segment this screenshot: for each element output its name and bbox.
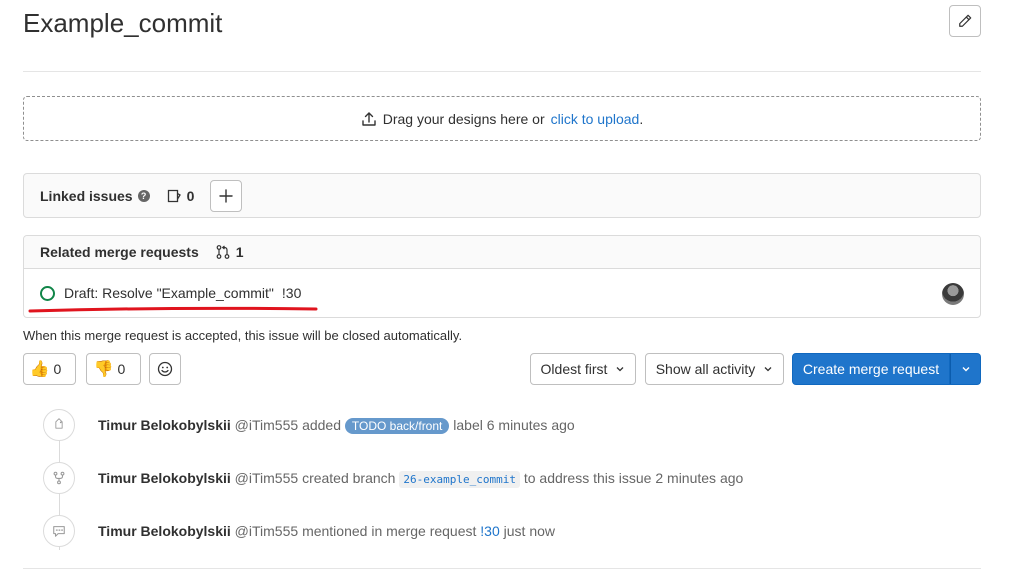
related-mrs-count-value: 1 [235, 244, 244, 260]
edit-title-button[interactable] [949, 5, 981, 37]
page-title: Example_commit [23, 8, 223, 38]
create-mr-label: Create merge request [802, 361, 940, 377]
plus-icon [219, 188, 234, 203]
activity-time: just now [503, 523, 555, 539]
author-name[interactable]: Timur Belokobylskii [98, 523, 231, 539]
issues-icon [167, 189, 181, 202]
thumbs-down-count: 0 [117, 361, 126, 377]
activity-item: Timur Belokobylskii @iTim555 created bra… [98, 470, 744, 488]
dropzone-text: Drag your designs here or [382, 110, 545, 127]
activity-action: mentioned in merge request [302, 523, 477, 539]
avatar[interactable] [942, 283, 964, 305]
add-reaction-button[interactable] [149, 353, 181, 385]
mr-title[interactable]: Draft: Resolve "Example_commit" [64, 285, 274, 301]
author-handle[interactable]: @iTim555 [235, 523, 299, 539]
label-badge[interactable]: TODO back/front [344, 418, 450, 434]
activity-item: Timur Belokobylskii @iTim555 added TODO … [98, 417, 575, 434]
author-name[interactable]: Timur Belokobylskii [98, 470, 231, 486]
auto-close-note: When this merge request is accepted, thi… [23, 328, 463, 343]
chevron-down-icon [962, 367, 969, 372]
red-underline-annotation [28, 306, 318, 313]
create-merge-request-button[interactable]: Create merge request [792, 353, 950, 385]
title-divider [23, 71, 981, 72]
add-linked-issue-button[interactable] [210, 179, 243, 212]
mr-ref-link[interactable]: !30 [480, 523, 499, 539]
related-mr-item[interactable]: Draft: Resolve "Example_commit" !30 [24, 269, 980, 317]
linked-issues-count: 0 [166, 187, 195, 204]
design-dropzone[interactable]: Drag your designs here or click to uploa… [23, 96, 981, 141]
thumbs-up-icon: 👍 [29, 361, 50, 378]
fork-icon [53, 471, 65, 485]
click-to-upload-link[interactable]: click to upload [551, 111, 640, 127]
create-mr-options-dropdown[interactable] [950, 353, 981, 385]
linked-issues-count-value: 0 [186, 187, 195, 204]
timeline-branch-icon [43, 462, 75, 494]
smiley-icon [157, 361, 173, 377]
filter-label: Show all activity [655, 361, 756, 377]
section-divider [23, 568, 981, 569]
comment-icon [53, 526, 65, 537]
activity-time: label 6 minutes ago [453, 417, 575, 433]
thumbs-up-count: 0 [53, 361, 62, 377]
thumbs-up-button[interactable]: 👍 0 [23, 353, 76, 385]
sort-label: Oldest first [540, 361, 608, 377]
related-mrs-header: Related merge requests 1 [24, 236, 980, 269]
related-mrs-count: 1 [215, 244, 244, 260]
related-mrs-card: Related merge requests 1 Draft: Resolve … [23, 235, 981, 318]
branch-name[interactable]: 26-example_commit [399, 471, 520, 488]
linked-issues-card: Linked issues ? 0 [23, 173, 981, 218]
activity-filter-dropdown[interactable]: Show all activity [645, 353, 784, 385]
thumbs-down-button[interactable]: 👎 0 [86, 353, 141, 385]
open-status-icon [40, 285, 55, 301]
author-handle[interactable]: @iTim555 [235, 417, 299, 433]
mr-ref: !30 [281, 285, 302, 301]
dropzone-suffix: . [639, 110, 644, 127]
tag-icon [55, 418, 63, 429]
activity-action: added [302, 417, 341, 433]
author-handle[interactable]: @iTim555 [235, 470, 299, 486]
linked-issues-label: Linked issues [40, 187, 133, 204]
upload-icon [362, 111, 376, 126]
related-mrs-label: Related merge requests [40, 244, 199, 260]
question-icon[interactable]: ? [137, 189, 150, 202]
activity-action: created branch [302, 470, 396, 486]
activity-time: to address this issue 2 minutes ago [523, 470, 744, 486]
merge-request-icon [216, 245, 230, 259]
chevron-down-icon [764, 367, 772, 372]
sort-dropdown[interactable]: Oldest first [530, 353, 636, 385]
timeline-label-icon [43, 409, 75, 441]
author-name[interactable]: Timur Belokobylskii [98, 417, 231, 433]
chevron-down-icon [616, 367, 624, 372]
pencil-icon [959, 14, 972, 27]
timeline-comment-icon [43, 515, 75, 547]
thumbs-down-icon: 👎 [93, 361, 114, 378]
activity-item: Timur Belokobylskii @iTim555 mentioned i… [98, 523, 555, 539]
